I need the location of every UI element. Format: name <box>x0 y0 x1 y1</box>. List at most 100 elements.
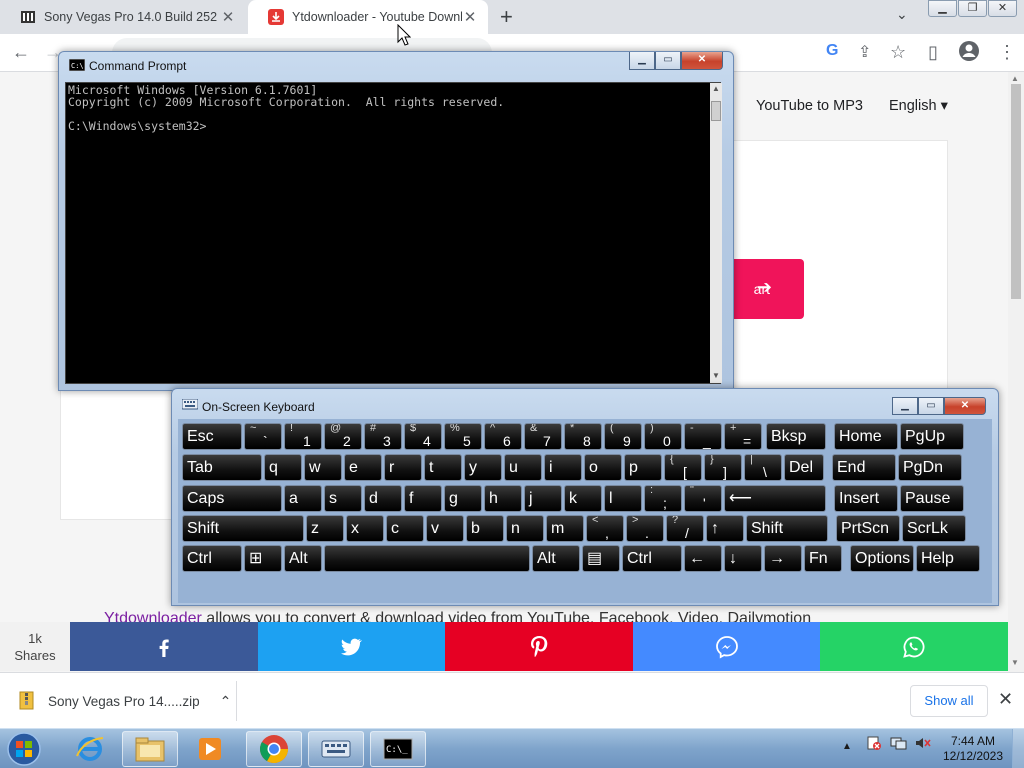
key-t[interactable]: t <box>424 454 462 481</box>
key-home[interactable]: Home <box>834 423 898 450</box>
key-help[interactable]: Help <box>916 545 980 572</box>
taskbar-chrome[interactable] <box>246 731 302 767</box>
tray-expand-icon[interactable]: ▲ <box>842 741 852 752</box>
key-3[interactable]: #3 <box>364 423 402 450</box>
scroll-down-icon[interactable]: ▼ <box>712 371 720 380</box>
scrollbar-thumb[interactable] <box>711 101 721 121</box>
key-o[interactable]: o <box>584 454 622 481</box>
whatsapp-share-button[interactable] <box>820 622 1008 671</box>
key-bksp[interactable]: Bksp <box>766 423 826 450</box>
key-m[interactable]: m <box>546 515 584 542</box>
command-prompt-window[interactable]: C:\ Command Prompt ▁ ▭ ✕ Microsoft Windo… <box>58 51 734 391</box>
key-7[interactable]: & 7 <box>524 423 562 450</box>
show-all-button[interactable]: Show all <box>910 685 988 717</box>
key-.[interactable]: >. <box>626 515 664 542</box>
key-0[interactable]: ) 0 <box>644 423 682 450</box>
key-esc[interactable]: Esc <box>182 423 242 450</box>
key-i[interactable]: i <box>544 454 582 481</box>
key-x[interactable]: x <box>346 515 384 542</box>
key-[[interactable]: {[ <box>664 454 702 481</box>
close-icon[interactable]: ✕ <box>998 689 1013 710</box>
back-icon[interactable]: ← <box>12 42 30 63</box>
key-▤[interactable]: ▤ <box>582 545 620 572</box>
key-/[interactable]: ? / <box>666 515 704 542</box>
key-z[interactable]: z <box>306 515 344 542</box>
key-,[interactable]: <, <box>586 515 624 542</box>
nav-youtube-to-mp3[interactable]: YouTube to MP3 <box>756 98 863 114</box>
taskbar-command-prompt[interactable]: C:\_ <box>370 731 426 767</box>
tab-sony-vegas[interactable]: Sony Vegas Pro 14.0 Build 252 + ✕ <box>0 0 246 34</box>
key-q[interactable]: q <box>264 454 302 481</box>
key-⊞[interactable]: ⊞ <box>244 545 282 572</box>
network-icon[interactable] <box>890 735 908 754</box>
key-caps[interactable]: Caps <box>182 485 282 512</box>
system-clock[interactable]: 7:44 AM 12/12/2023 <box>938 734 1008 764</box>
browser-menu-icon[interactable]: ⋮ <box>998 42 1016 63</box>
taskbar-on-screen-keyboard[interactable] <box>308 731 364 767</box>
key-9[interactable]: (9 <box>604 423 642 450</box>
maximize-icon[interactable]: ▭ <box>655 52 681 70</box>
twitter-share-button[interactable] <box>257 622 446 671</box>
scroll-up-icon[interactable]: ▲ <box>712 84 720 93</box>
action-center-icon[interactable] <box>866 735 882 754</box>
key-y[interactable]: y <box>464 454 502 481</box>
pinterest-share-button[interactable] <box>445 622 633 671</box>
key-insert[interactable]: Insert <box>834 485 898 512</box>
start-button[interactable] <box>4 731 44 767</box>
chevron-up-icon[interactable]: ⌃ <box>220 693 232 710</box>
restore-icon[interactable]: ❐ <box>958 0 987 17</box>
key-l[interactable]: l <box>604 485 642 512</box>
key-k[interactable]: k <box>564 485 602 512</box>
page-scrollbar[interactable]: ▲ ▼ <box>1008 72 1024 672</box>
key-shift[interactable]: Shift <box>746 515 828 542</box>
key-prtscn[interactable]: PrtScn <box>836 515 900 542</box>
taskbar-media-player[interactable] <box>182 731 238 767</box>
key-=[interactable]: + = <box>724 423 762 450</box>
key-8[interactable]: * 8 <box>564 423 602 450</box>
key-del[interactable]: Del <box>784 454 824 481</box>
maximize-icon[interactable]: ▭ <box>918 397 944 415</box>
key-r[interactable]: r <box>384 454 422 481</box>
key-g[interactable]: g <box>444 485 482 512</box>
key-n[interactable]: n <box>506 515 544 542</box>
key-1[interactable]: ! 1 <box>284 423 322 450</box>
key-b[interactable]: b <box>466 515 504 542</box>
minimize-icon[interactable]: ▁ <box>629 52 655 70</box>
tab-ytdownloader[interactable]: Ytdownloader - Youtube Downlo ✕ <box>248 0 488 34</box>
console-area[interactable]: Microsoft Windows [Version 6.1.7601] Cop… <box>65 82 722 384</box>
scroll-down-icon[interactable]: ▼ <box>1011 658 1019 667</box>
minimize-icon[interactable]: ▁ <box>928 0 957 17</box>
key-⟵[interactable]: ⟵ <box>724 485 826 512</box>
console-scrollbar[interactable]: ▲ ▼ <box>710 83 722 383</box>
bookmark-star-icon[interactable]: ☆ <box>890 42 906 63</box>
google-lens-icon[interactable]: G <box>826 42 838 60</box>
messenger-share-button[interactable] <box>632 622 821 671</box>
key-←[interactable]: ← <box>684 545 722 572</box>
close-icon[interactable]: ✕ <box>944 397 986 415</box>
key-'[interactable]: " ' <box>684 485 722 512</box>
tab-close-icon[interactable]: ✕ <box>462 8 478 26</box>
profile-avatar-icon[interactable] <box>958 40 980 67</box>
volume-muted-icon[interactable] <box>914 735 932 754</box>
scrollbar-thumb[interactable] <box>1011 84 1021 299</box>
share-icon[interactable]: ⇪ <box>858 42 871 62</box>
key-s[interactable]: s <box>324 485 362 512</box>
tab-close-icon[interactable]: ✕ <box>220 8 236 26</box>
key-↑[interactable]: ↑ <box>706 515 744 542</box>
tab-search-icon[interactable]: ⌄ <box>896 6 908 23</box>
key-end[interactable]: End <box>832 454 896 481</box>
key-u[interactable]: u <box>504 454 542 481</box>
key-alt[interactable]: Alt <box>284 545 322 572</box>
key-alt[interactable]: Alt <box>532 545 580 572</box>
key-\[interactable]: | \ <box>744 454 782 481</box>
key-shift[interactable]: Shift <box>182 515 304 542</box>
key-v[interactable]: v <box>426 515 464 542</box>
key-tab[interactable]: Tab <box>182 454 262 481</box>
key-4[interactable]: $4 <box>404 423 442 450</box>
download-item[interactable]: Sony Vegas Pro 14.....zip ⌃ <box>18 691 231 711</box>
key-options[interactable]: Options <box>850 545 914 572</box>
taskbar-internet-explorer[interactable] <box>62 731 118 767</box>
facebook-share-button[interactable] <box>70 622 258 671</box>
key-e[interactable]: e <box>344 454 382 481</box>
key-a[interactable]: a <box>284 485 322 512</box>
